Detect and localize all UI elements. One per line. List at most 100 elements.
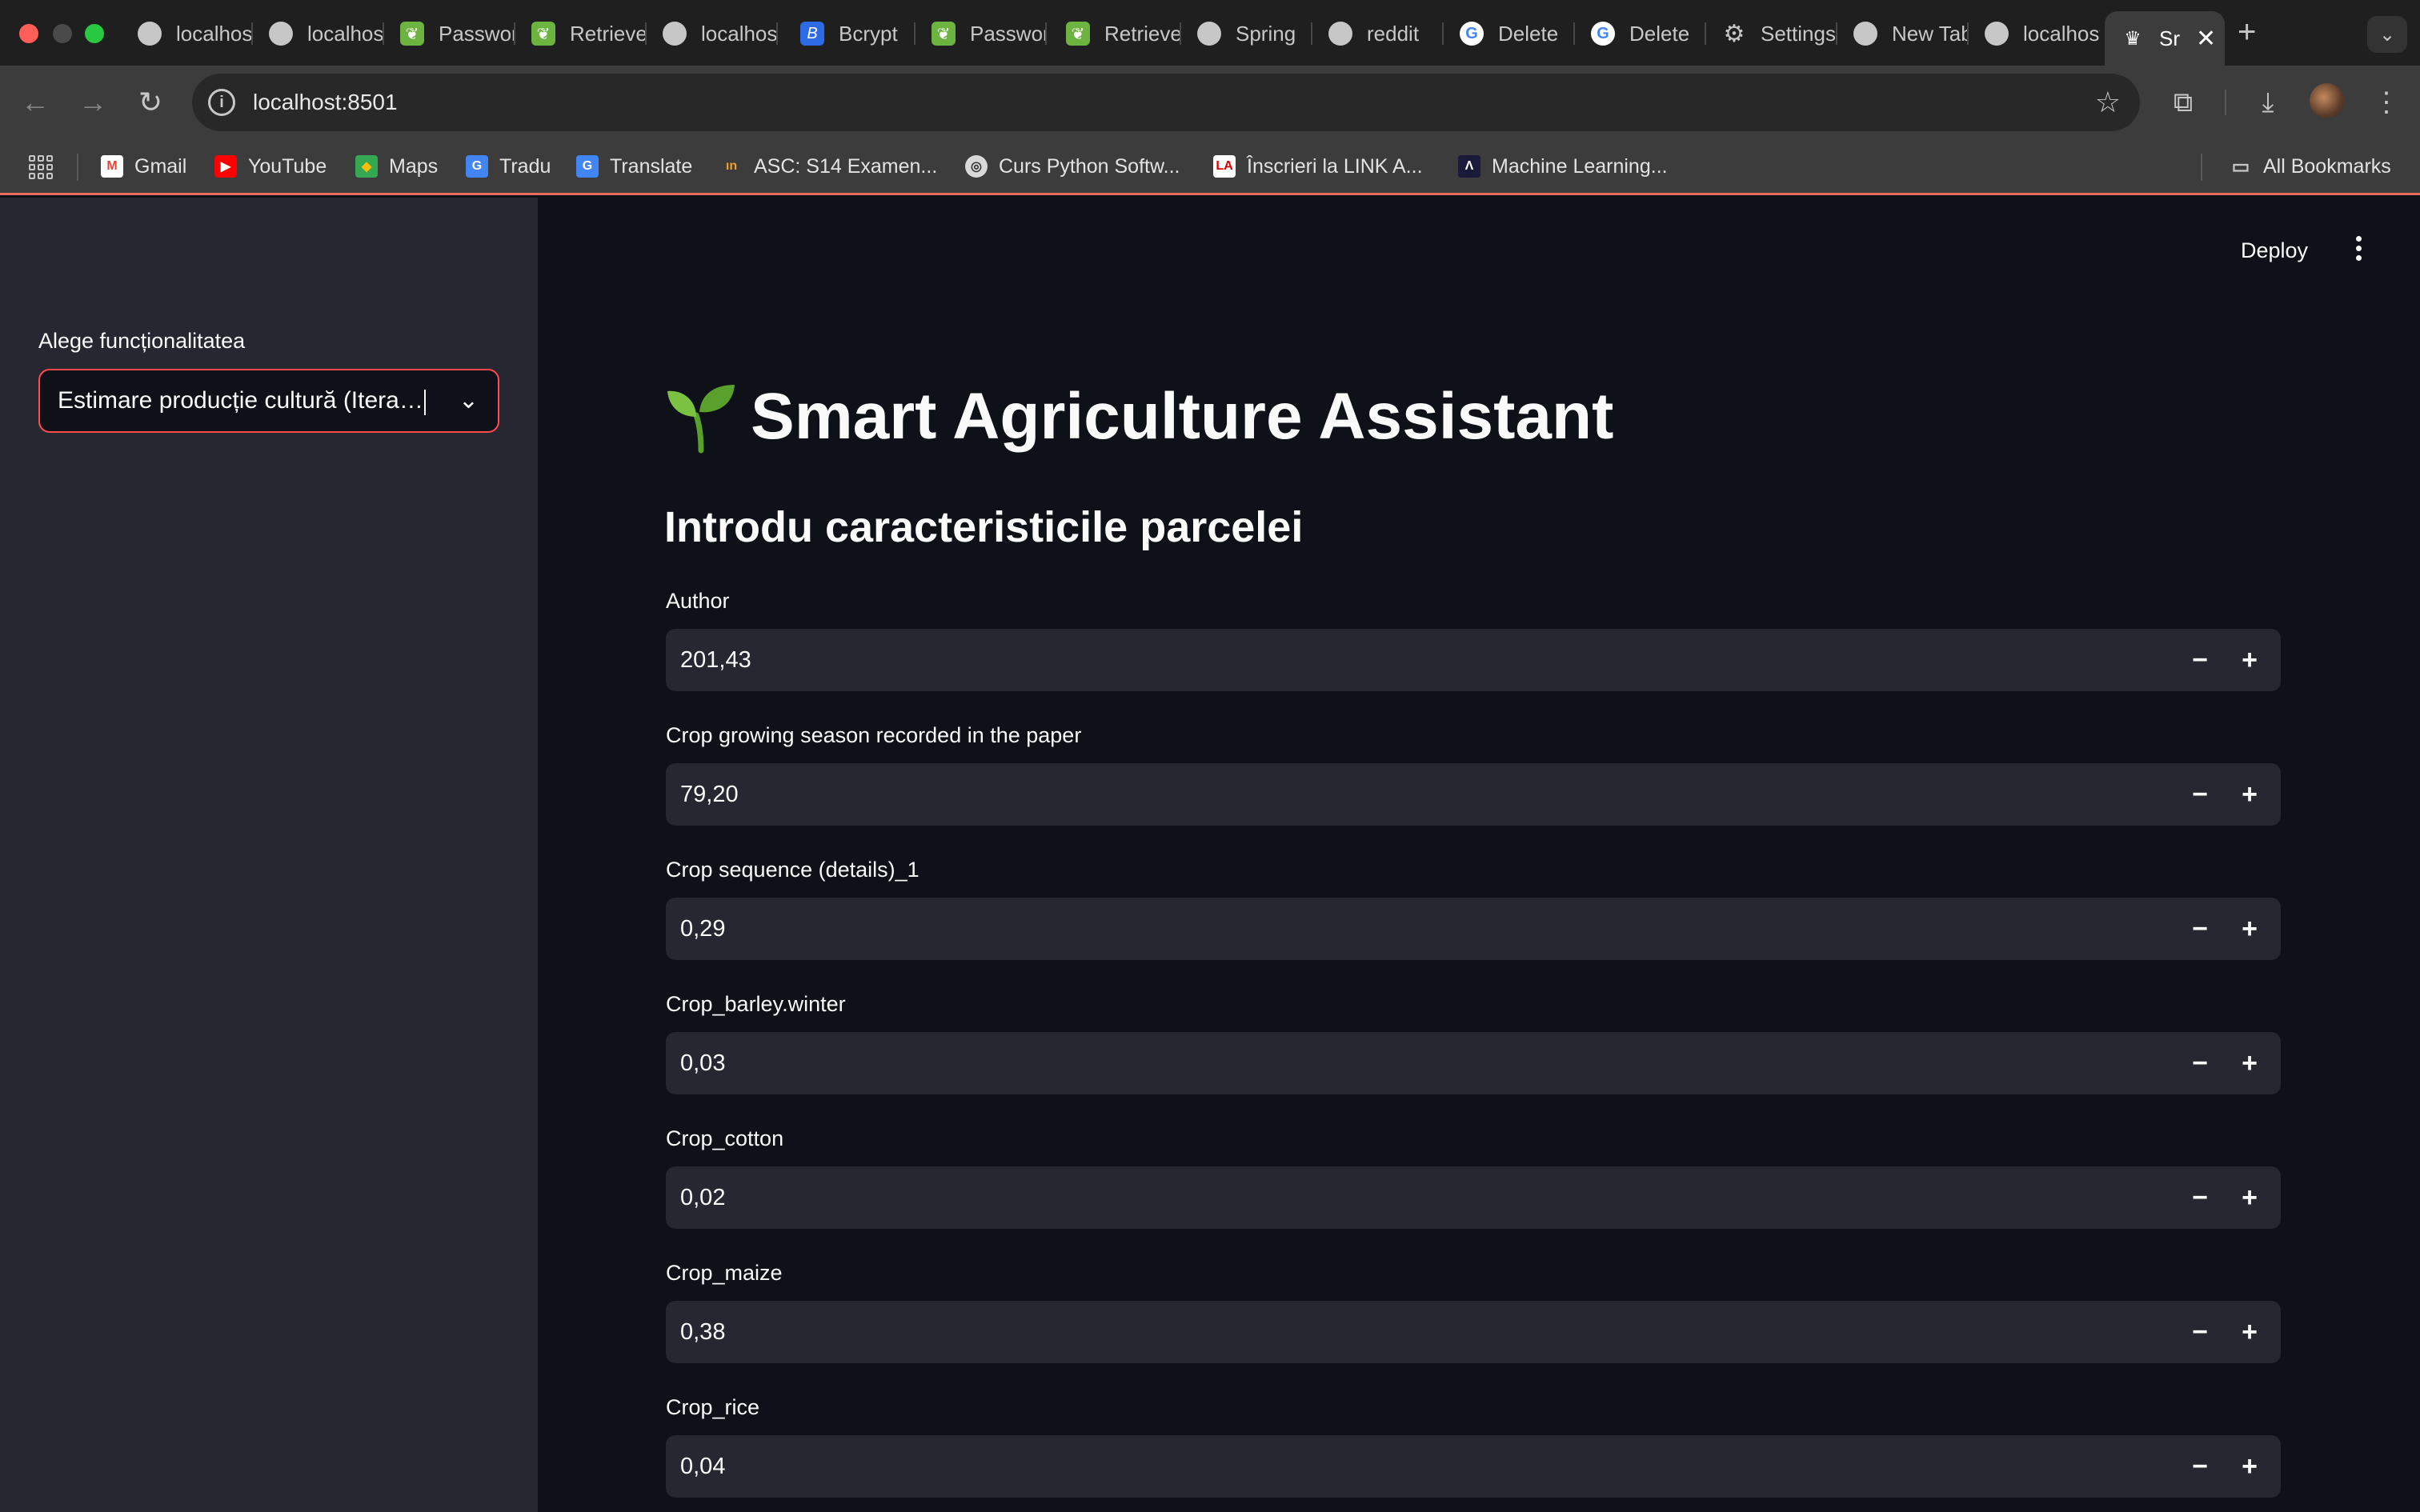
decrement-button[interactable]: −	[2180, 1446, 2220, 1486]
tab-search-button[interactable]: ⌄	[2367, 16, 2407, 53]
browser-menu-icon[interactable]: ⋮	[2367, 83, 2406, 122]
browser-tab[interactable]: G Delete	[1444, 11, 1575, 56]
sidebar: Alege funcționalitatea Estimare producți…	[0, 198, 538, 1512]
tab-title: Delete	[1629, 21, 1690, 46]
functionality-selected-value: Estimare producție cultură (Itera…	[58, 387, 423, 414]
tab-title: Delete	[1498, 21, 1559, 46]
functionality-select[interactable]: Estimare producție cultură (Itera… ⌄	[38, 369, 499, 433]
deploy-button[interactable]: Deploy	[2241, 238, 2308, 263]
increment-button[interactable]: +	[2230, 1312, 2270, 1352]
site-info-icon[interactable]: i	[208, 89, 235, 116]
download-icon[interactable]: ⤓	[2249, 83, 2287, 122]
bookmark-gmail[interactable]: M Gmail	[101, 150, 186, 182]
browser-tab[interactable]: ❦ Retrieve	[515, 11, 647, 56]
number-input-value[interactable]: 0,04	[680, 1454, 725, 1480]
number-input[interactable]: 0,02 − +	[666, 1166, 2281, 1229]
bookmark-machine-learning[interactable]: Λ Machine Learning...	[1458, 150, 1668, 182]
browser-tab[interactable]: G Delete	[1575, 11, 1706, 56]
number-input-value[interactable]: 0,03	[680, 1050, 725, 1077]
tab-title: reddit	[1367, 21, 1420, 46]
tab-title: localhost	[176, 21, 253, 46]
tab-close-icon[interactable]: ✕	[2196, 25, 2216, 53]
bookmark-curs-python[interactable]: ◎ Curs Python Softw...	[965, 150, 1180, 182]
number-input[interactable]: 0,03 − +	[666, 1032, 2281, 1094]
gear-icon: ⚙	[1723, 20, 1745, 47]
bookmark-tradu[interactable]: G Tradu	[466, 150, 551, 182]
browser-tab[interactable]: New Tab	[1837, 11, 1969, 56]
bookmark-asc[interactable]: ın ASC: S14 Examen...	[720, 150, 937, 182]
decrement-button[interactable]: −	[2180, 1312, 2220, 1352]
browser-tab[interactable]: localhost	[122, 11, 253, 56]
increment-button[interactable]: +	[2230, 1043, 2270, 1083]
tab-title: Bcrypt	[839, 21, 898, 46]
bookmark-star-icon[interactable]: ☆	[2095, 86, 2121, 119]
all-bookmarks-button[interactable]: ▭ All Bookmarks	[2230, 150, 2391, 182]
section-subtitle: Introdu caracteristicile parcelei	[664, 503, 1304, 551]
browser-tab[interactable]: ❦ Retrieve	[1050, 11, 1181, 56]
browser-tab[interactable]: ❦ Password	[384, 11, 515, 56]
window-maximize-button[interactable]	[85, 24, 104, 43]
browser-tab[interactable]: B Bcrypt	[784, 11, 916, 56]
number-input[interactable]: 0,04 − +	[666, 1435, 2281, 1498]
globe-icon	[138, 22, 162, 46]
decrement-button[interactable]: −	[2180, 1178, 2220, 1218]
number-input[interactable]: 0,29 − +	[666, 898, 2281, 960]
number-input-value[interactable]: 0,29	[680, 916, 725, 942]
decrement-button[interactable]: −	[2180, 1043, 2220, 1083]
number-input[interactable]: 79,20 − +	[666, 763, 2281, 826]
reload-button[interactable]: ↻	[131, 83, 170, 122]
translate-icon: G	[576, 155, 599, 178]
globe-icon	[1985, 22, 2009, 46]
tab-title: localhost	[2023, 21, 2100, 46]
bookmark-translate[interactable]: G Translate	[576, 150, 692, 182]
increment-button[interactable]: +	[2230, 1178, 2270, 1218]
bookmark-label: Machine Learning...	[1492, 154, 1668, 178]
browser-tab[interactable]: localhost	[253, 11, 384, 56]
decrement-button[interactable]: −	[2180, 909, 2220, 949]
browser-tab[interactable]: ❦ Password	[916, 11, 1047, 56]
forward-button[interactable]: →	[74, 83, 112, 122]
extensions-icon[interactable]: ⧉	[2164, 83, 2202, 122]
bcrypt-icon: B	[800, 22, 824, 46]
address-bar[interactable]: i localhost:8501 ☆	[192, 74, 2140, 131]
number-input-value[interactable]: 0,38	[680, 1319, 725, 1346]
window-minimize-button[interactable]	[53, 24, 72, 43]
new-tab-button[interactable]: +	[2238, 14, 2256, 50]
field-label: Crop_cotton	[666, 1126, 784, 1150]
number-input-value[interactable]: 79,20	[680, 782, 739, 808]
browser-tab[interactable]: localhost	[1969, 11, 2100, 56]
number-input-value[interactable]: 201,43	[680, 647, 751, 674]
browser-tab[interactable]: Spring	[1181, 11, 1312, 56]
number-input-value[interactable]: 0,02	[680, 1185, 725, 1211]
increment-button[interactable]: +	[2230, 1446, 2270, 1486]
number-input[interactable]: 0,38 − +	[666, 1301, 2281, 1363]
browser-toolbar: ← → ↻ i localhost:8501 ☆ ⧉ ⤓ ⋮	[0, 66, 2420, 139]
back-button[interactable]: ←	[16, 83, 54, 122]
browser-tab[interactable]: localhost	[647, 11, 778, 56]
number-input[interactable]: 201,43 − +	[666, 629, 2281, 691]
main-menu-icon[interactable]	[2346, 230, 2370, 266]
bookmark-youtube[interactable]: ▶ YouTube	[214, 150, 327, 182]
browser-tab[interactable]: reddit	[1312, 11, 1444, 56]
bookmark-label: Curs Python Softw...	[999, 154, 1180, 178]
increment-button[interactable]: +	[2230, 909, 2270, 949]
globe-icon	[1328, 22, 1352, 46]
bookmark-maps[interactable]: ◆ Maps	[355, 150, 438, 182]
python-course-icon: ◎	[965, 155, 988, 178]
tab-title: Retrieve	[1104, 21, 1181, 46]
increment-button[interactable]: +	[2230, 640, 2270, 680]
bookmark-label: YouTube	[248, 154, 327, 178]
browser-tab-active[interactable]: ♛ Sr ✕	[2105, 11, 2225, 66]
decrement-button[interactable]: −	[2180, 640, 2220, 680]
link-academy-icon: LA	[1213, 155, 1236, 178]
apps-grid-icon[interactable]	[29, 155, 53, 179]
bookmark-link-academy[interactable]: LA Înscrieri la LINK A...	[1213, 150, 1423, 182]
decrement-button[interactable]: −	[2180, 774, 2220, 814]
chevron-down-icon[interactable]: ⌄	[459, 386, 479, 414]
tab-title: Sr	[2159, 26, 2180, 50]
window-close-button[interactable]	[19, 24, 38, 43]
browser-tab[interactable]: ⚙ Settings	[1706, 11, 1837, 56]
tab-title: Spring	[1236, 21, 1296, 46]
profile-avatar[interactable]	[2310, 83, 2345, 118]
increment-button[interactable]: +	[2230, 774, 2270, 814]
